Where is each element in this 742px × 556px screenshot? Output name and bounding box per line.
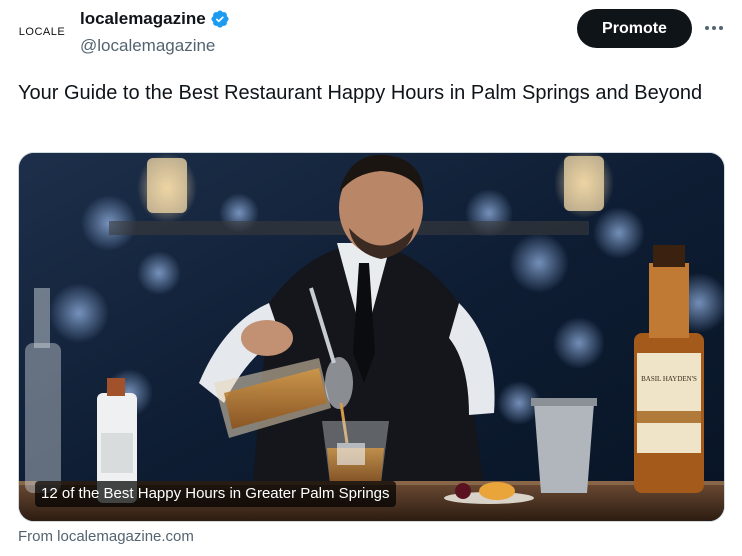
tweet-text: Your Guide to the Best Restaurant Happy … (18, 82, 703, 104)
card-caption: 12 of the Best Happy Hours in Greater Pa… (35, 481, 396, 507)
promote-button[interactable]: Promote (577, 9, 692, 48)
whiskey-label-text: BASIL HAYDEN'S (641, 375, 697, 383)
author-name-row[interactable]: localemagazine (80, 9, 230, 29)
avatar-logo-text: LOCALE (18, 26, 66, 38)
link-card-image[interactable]: BASIL HAYDEN'S 12 of the Best Happy Hour… (18, 152, 725, 522)
bartender-photo: BASIL HAYDEN'S (19, 153, 724, 521)
more-options-icon[interactable] (700, 16, 728, 40)
verified-badge-icon[interactable] (210, 9, 230, 29)
author-handle[interactable]: @localemagazine (80, 36, 215, 56)
card-source-link[interactable]: From localemagazine.com (18, 528, 194, 545)
display-name[interactable]: localemagazine (80, 9, 206, 29)
avatar[interactable]: LOCALE (12, 10, 72, 54)
